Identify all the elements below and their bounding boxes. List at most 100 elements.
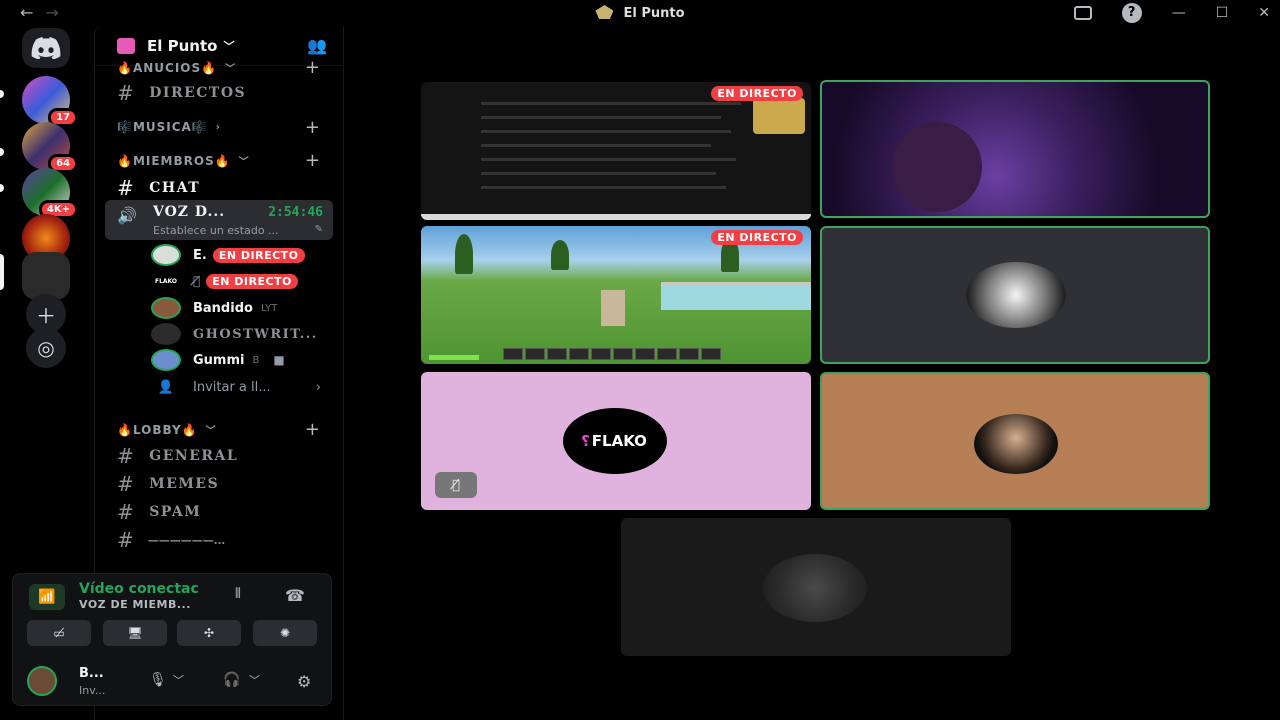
channel-spam[interactable]: # SPAM (117, 500, 327, 524)
chevron-down-icon: ﹀ (238, 157, 250, 168)
screen-content (481, 172, 716, 175)
headphones-icon[interactable]: 🎧 (223, 672, 240, 688)
category-miembros[interactable]: 🔥MIEMBROS🔥 ﹀ + (117, 150, 327, 171)
server-folder-2[interactable]: 64 (22, 122, 78, 173)
add-channel-icon[interactable]: + (305, 117, 321, 138)
connection-channel[interactable]: VOZ DE MIEMB... (79, 598, 191, 611)
hash-icon: # (117, 472, 136, 496)
camera-off-button[interactable]: ▭̸ (27, 620, 91, 646)
video-tile-flako[interactable]: ⸮ FLAKO 🎙̸ (421, 372, 811, 510)
hash-icon: # (117, 176, 136, 200)
discover-icon[interactable]: ◎ (26, 328, 66, 368)
chevron-down-icon[interactable]: ﹀ (249, 672, 260, 688)
add-channel-icon[interactable]: + (305, 57, 321, 78)
voice-member[interactable]: FLAKO 🎙̸ EN DIRECTO (151, 269, 331, 293)
user-status: Inv... (79, 684, 106, 697)
unread-pill (0, 148, 4, 156)
hash-icon: # (117, 81, 136, 105)
voice-member[interactable]: Gummi B ■ (151, 348, 331, 372)
call-stage: EN DIRECTO EN DIRECTO ⸮ FLAKO 🎙̸ (346, 26, 1280, 720)
game-tree (551, 240, 569, 270)
hash-icon: # (117, 528, 134, 552)
screen-share-button[interactable]: 🖥 (103, 620, 167, 646)
chevron-right-icon: › (315, 379, 321, 395)
video-tile-dark[interactable] (621, 518, 1011, 656)
soundboard-icon: ✺ (279, 626, 291, 640)
unread-pill (0, 90, 4, 98)
live-badge: EN DIRECTO (212, 247, 305, 263)
channel-general[interactable]: # GENERAL (117, 444, 327, 468)
participant-silhouette (892, 122, 982, 212)
avatar[interactable] (27, 666, 57, 696)
video-tile-webcam[interactable] (820, 80, 1210, 218)
activities-icon: ✣ (203, 626, 215, 640)
screen-share-icon: 🖥 (127, 626, 143, 640)
avatar: FLAKO (151, 270, 181, 292)
channel-divider[interactable]: # ——————... (117, 528, 327, 552)
user-area: B... Inv... 🎙 ﹀ 🎧 ﹀ ⚙ (27, 662, 327, 702)
direct-messages-button[interactable] (22, 28, 70, 68)
help-icon[interactable]: ? (1121, 3, 1142, 23)
maximize-button[interactable]: ☐ (1216, 5, 1229, 21)
microphone-icon[interactable]: 🎙 (149, 672, 167, 688)
channel-memes[interactable]: # MEMES (117, 472, 327, 496)
avatar (151, 349, 181, 371)
category-musica[interactable]: 🎼MUSICA🎼 › + (117, 117, 327, 138)
inbox-icon[interactable] (1073, 6, 1092, 20)
server-logo-icon (595, 5, 614, 19)
soundboard-button[interactable]: ✺ (253, 620, 317, 646)
muted-mic-icon: 🎙̸ (193, 274, 201, 288)
close-button[interactable]: ✕ (1258, 5, 1270, 21)
video-tile-tan[interactable] (820, 372, 1210, 510)
avatar (151, 244, 181, 266)
server-folder-1[interactable]: 17 (22, 76, 78, 127)
settings-gear-icon[interactable]: ⚙ (297, 672, 311, 691)
chevron-down-icon[interactable]: ﹀ (173, 672, 184, 688)
activity-text: B (252, 354, 260, 366)
camera-icon: ■ (273, 353, 285, 367)
screen-content (481, 186, 726, 189)
voice-member[interactable]: Bandido LYT (151, 296, 331, 320)
server-folder-3[interactable]: 4K+ (22, 168, 78, 219)
set-status[interactable]: Establece un estado ... (153, 224, 279, 237)
voice-member[interactable]: E. EN DIRECTO (151, 243, 331, 267)
chevron-down-icon: ﹀ (225, 64, 237, 75)
video-tile-avatar[interactable] (820, 226, 1210, 364)
noise-suppression-icon[interactable]: ⫴ (235, 586, 241, 602)
minimize-button[interactable]: — (1172, 5, 1186, 21)
stream-tile-screen[interactable]: EN DIRECTO (421, 82, 811, 220)
screen-thumbnail (753, 98, 805, 134)
screen-content (481, 116, 721, 119)
signal-icon[interactable]: 📶 (29, 584, 65, 610)
server-icon-el-punto[interactable] (22, 252, 70, 300)
activities-button[interactable]: ✣ (177, 620, 241, 646)
invite-to-voice[interactable]: 👤 Invitar a ll... › (151, 375, 331, 399)
guild-home-icon (117, 37, 135, 54)
selected-pill (0, 254, 4, 290)
channel-chat[interactable]: # CHAT (117, 176, 327, 200)
screen-content (481, 102, 741, 105)
channel-directos[interactable]: # DIRECTOS (117, 81, 327, 105)
disconnect-icon[interactable]: ☎ (285, 586, 305, 605)
avatar (151, 323, 181, 345)
muted-mic-icon: 🎙̸ (435, 472, 477, 498)
voice-channel-active[interactable]: 🔊 VOZ D... 2:54:46 Establece un estado .… (105, 200, 333, 240)
add-channel-icon[interactable]: + (305, 150, 321, 171)
add-channel-icon[interactable]: + (305, 419, 321, 440)
camera-off-icon: ▭̸ (53, 626, 65, 640)
health-bar (429, 355, 479, 360)
discord-logo-icon (31, 36, 61, 60)
category-anuncios[interactable]: 🔥ANUCIOS🔥 ﹀ + (117, 57, 327, 78)
voice-member[interactable]: GHOSTWRIT... (151, 322, 331, 346)
add-member-icon[interactable]: 👥 (307, 36, 327, 55)
chevron-down-icon: ﹀ (205, 426, 217, 437)
category-lobby[interactable]: 🔥LOBBY🔥 ﹀ + (117, 419, 327, 440)
pencil-icon[interactable]: ✎ (315, 224, 323, 235)
live-badge: EN DIRECTO (206, 273, 298, 289)
game-pool (661, 282, 811, 310)
speaker-icon: 🔊 (117, 206, 137, 225)
stream-tile-game[interactable]: EN DIRECTO (421, 226, 811, 364)
avatar (151, 297, 181, 319)
screen-taskbar (421, 214, 811, 220)
add-user-icon: 👤 (157, 379, 175, 395)
